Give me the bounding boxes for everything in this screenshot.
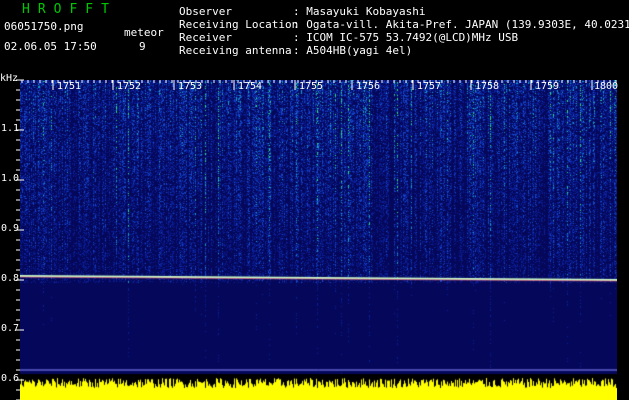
axis-ticks [16, 79, 617, 400]
